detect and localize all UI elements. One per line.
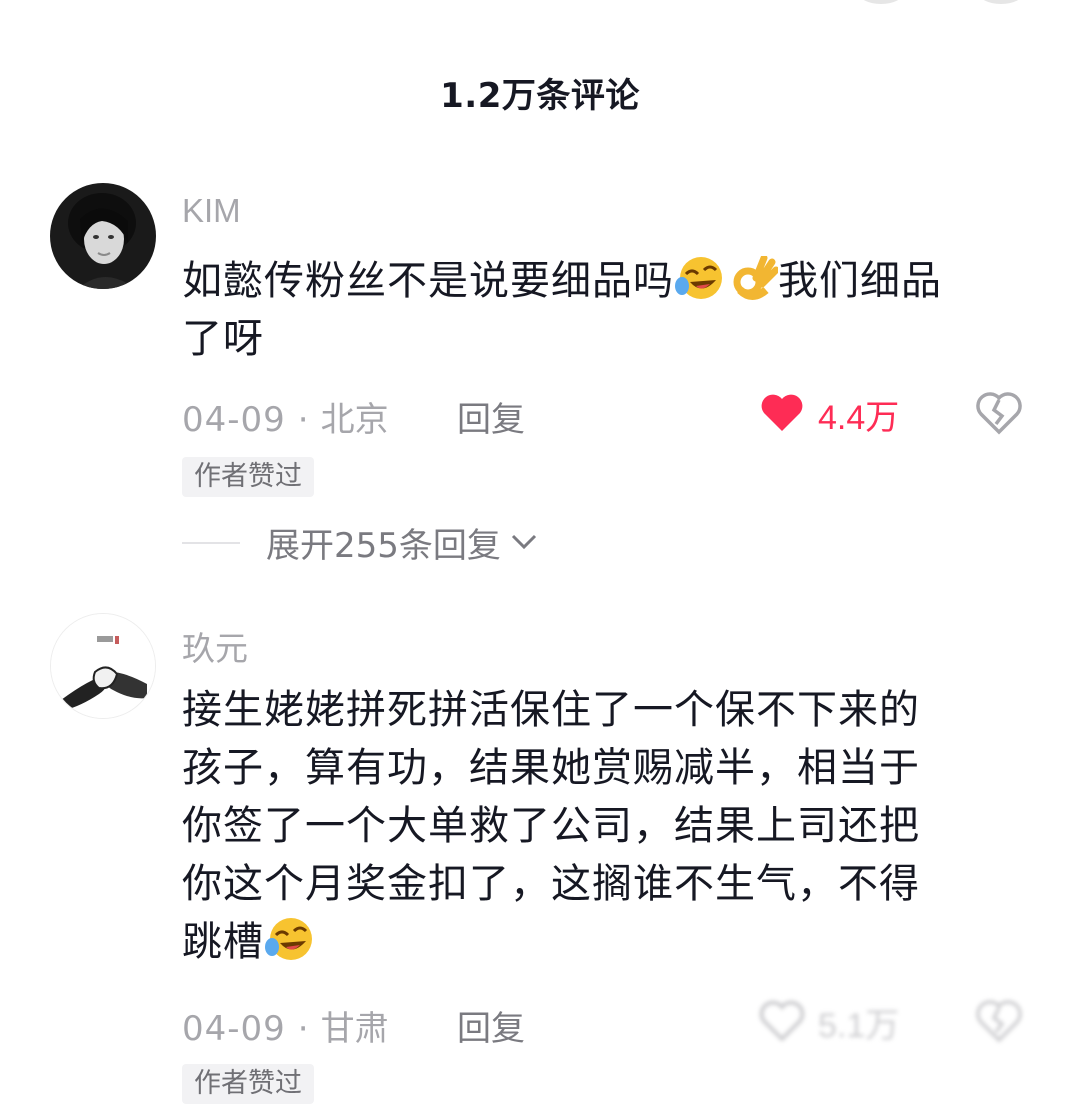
- top-icon-partial: [858, 0, 904, 4]
- comment-text: 如懿传粉丝不是说要细品吗 我们细品 了呀: [182, 252, 1032, 368]
- comment-meta: 04-09 · 北京: [182, 392, 389, 441]
- divider-line: [182, 541, 240, 544]
- reply-button[interactable]: 回复: [457, 1001, 525, 1050]
- comment-text-line: 跳槽: [182, 919, 264, 965]
- author-liked-badge: 作者赞过: [182, 1064, 314, 1104]
- separator-dot: ·: [297, 1009, 309, 1049]
- author-liked-badge: 作者赞过: [182, 457, 314, 497]
- top-edge: [0, 0, 1080, 10]
- comment-username[interactable]: KIM: [182, 192, 241, 230]
- comment-meta: 04-09 · 甘肃: [182, 1001, 389, 1050]
- comment-text-part: 我们细品: [778, 258, 942, 304]
- comment-text-line: 孩子，算有功，结果她赏赐减半，相当于: [182, 745, 920, 791]
- broken-heart-icon[interactable]: [974, 390, 1024, 436]
- expand-replies-label: 展开255条回复: [266, 526, 501, 566]
- comment-text: 接生姥姥拼死拼活保住了一个保不下来的 孩子，算有功，结果她赏赐减半，相当于 你签…: [182, 681, 1002, 971]
- like-count: 4.4万: [818, 398, 900, 437]
- comments-title: 1.2万条评论: [440, 76, 640, 116]
- chevron-down-icon: [509, 530, 539, 556]
- reply-button[interactable]: 回复: [457, 392, 525, 441]
- comment-username[interactable]: 玖元: [182, 622, 248, 670]
- comment-date: 04-09: [182, 400, 286, 440]
- rolling-on-floor-laughing-emoji: [264, 917, 316, 961]
- avatar[interactable]: [50, 613, 156, 719]
- comment-location: 北京: [320, 400, 389, 440]
- heart-outline-icon: [758, 999, 806, 1045]
- rolling-on-floor-laughing-emoji: [674, 256, 726, 300]
- comment-text-part: 了呀: [182, 316, 264, 362]
- comment-date: 04-09: [182, 1009, 286, 1049]
- comment-location: 甘肃: [320, 1009, 389, 1049]
- like-button[interactable]: 4.4万: [758, 391, 900, 437]
- comment-text-line: 接生姥姥拼死拼活保住了一个保不下来的: [182, 687, 920, 733]
- comment-text-part: 如懿传粉丝不是说要细品吗: [182, 258, 674, 304]
- comment-text-line: 你签了一个大单救了公司，结果上司还把: [182, 803, 920, 849]
- separator-dot: ·: [297, 400, 309, 440]
- like-button[interactable]: 5.1万: [758, 999, 900, 1045]
- avatar[interactable]: [50, 183, 156, 289]
- heart-icon: [758, 391, 806, 437]
- like-count: 5.1万: [818, 1006, 900, 1045]
- top-icon-partial: [978, 0, 1024, 4]
- broken-heart-icon[interactable]: [974, 998, 1024, 1044]
- expand-replies-button[interactable]: 展开255条回复: [182, 518, 539, 567]
- comment-text-line: 你这个月奖金扣了，这搁谁不生气，不得: [182, 861, 920, 907]
- ok-hand-emoji: [726, 254, 780, 300]
